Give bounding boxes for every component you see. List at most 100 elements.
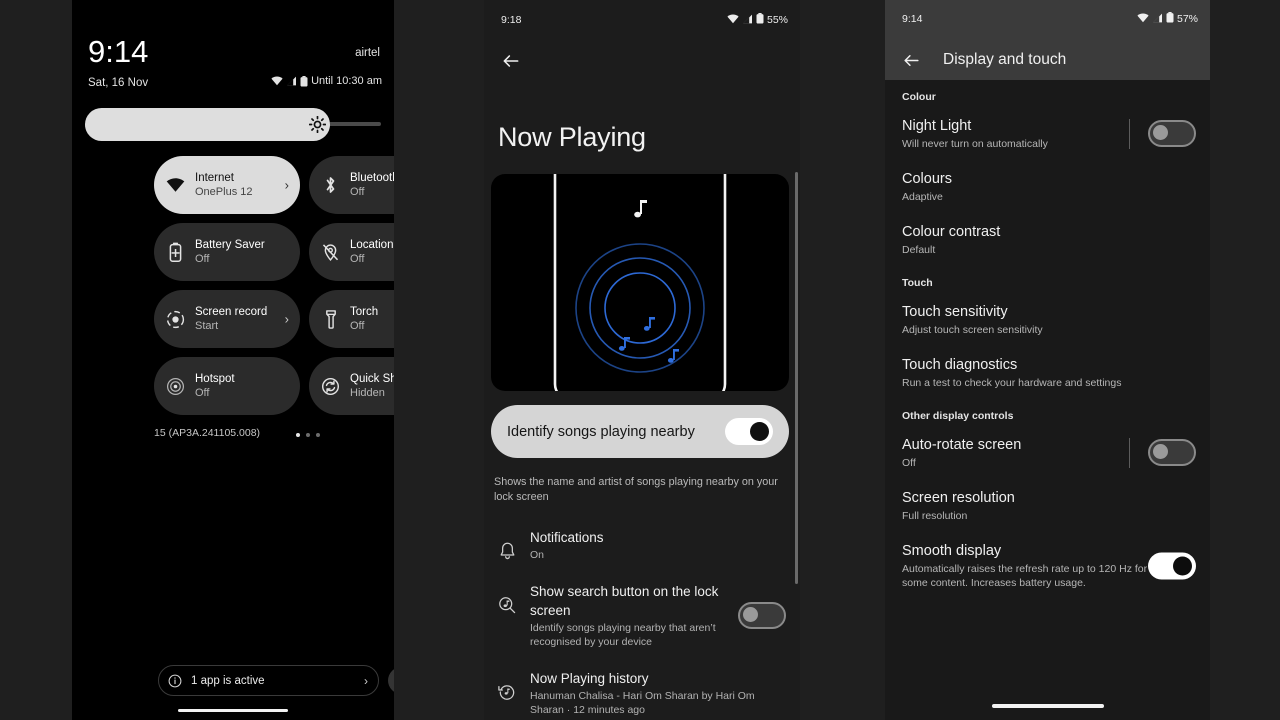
dt-row-title: Screen resolution <box>902 490 1015 506</box>
hotspot-icon <box>165 376 186 397</box>
settings-button[interactable] <box>388 667 394 694</box>
dt-row-screen-resolution[interactable]: Screen resolution Full resolution <box>885 479 1210 532</box>
battery-icon <box>1166 12 1174 26</box>
np-item-title: Notifications <box>530 530 604 545</box>
switch-knob <box>1153 125 1168 140</box>
wifi-icon <box>1137 13 1149 26</box>
dt-row-colour-contrast[interactable]: Colour contrast Default <box>885 213 1210 266</box>
build-number: 15 (AP3A.241105.008) <box>154 427 261 439</box>
dt-row-touch-sensitivity[interactable]: Touch sensitivity Adjust touch screen sen… <box>885 293 1210 346</box>
active-apps-label: 1 app is active <box>191 674 265 687</box>
qs-tile-title: Battery Saver <box>195 239 265 251</box>
active-apps-button[interactable]: 1 app is active › <box>158 665 379 696</box>
quick-settings-panel: 9:14 Sat, 16 Nov airtel Until 10:30 am I… <box>72 0 394 720</box>
switch-knob <box>743 607 758 622</box>
torch-icon <box>320 309 341 330</box>
identify-songs-label: Identify songs playing nearby <box>507 423 695 440</box>
page-title: Display and touch <box>943 51 1067 68</box>
page-dot <box>316 433 320 437</box>
dt-row-switch[interactable] <box>1148 439 1196 466</box>
bluetooth-icon <box>320 175 341 196</box>
switch-knob <box>750 422 769 441</box>
np-time: 9:18 <box>501 14 522 26</box>
qs-footer: 15 (AP3A.241105.008) <box>154 424 394 444</box>
qs-tile-subtitle: Off <box>350 186 365 198</box>
np-item-title: Show search button on the lock screen <box>530 584 719 618</box>
dt-section-heading: Colour <box>902 91 936 103</box>
np-list-item[interactable]: Show search button on the lock screen Ide… <box>484 572 800 659</box>
np-item-subtitle: Identify songs playing nearby that aren’… <box>530 622 716 648</box>
qs-tile-title: Internet <box>195 172 234 184</box>
dt-row-smooth-display[interactable]: Smooth display Automatically raises the r… <box>885 532 1210 599</box>
qs-tile-bluetooth[interactable]: BluetoothOff› <box>309 156 394 214</box>
qs-status-icons: Until 10:30 am <box>271 75 382 87</box>
qs-tile-title: Hotspot <box>195 373 235 385</box>
lock-screen-search-switch[interactable] <box>738 602 786 629</box>
qs-tile-subtitle: Off <box>195 387 210 399</box>
dt-row-auto-rotate-screen[interactable]: Auto-rotate screen Off <box>885 426 1210 479</box>
chevron-right-icon[interactable]: › <box>285 178 289 193</box>
np-list-item[interactable]: Now Playing history Hanuman Chalisa - Har… <box>484 659 800 720</box>
brightness-icon <box>308 115 327 134</box>
qs-tile-hotspot[interactable]: Hotspot Off <box>154 357 300 415</box>
navigation-bar-handle[interactable] <box>991 704 1104 708</box>
qs-tile-location[interactable]: Location Off <box>309 223 394 281</box>
dt-battery-label: 57% <box>1176 13 1198 25</box>
qs-carrier-label: airtel <box>355 47 380 59</box>
qs-time: 9:14 <box>88 34 149 69</box>
dt-section-heading: Touch <box>902 277 933 289</box>
np-item-subtitle: Hanuman Chalisa - Hari Om Sharan by Hari… <box>530 690 755 716</box>
identify-songs-switch[interactable] <box>725 418 773 445</box>
dt-row-night-light[interactable]: Night Light Will never turn on automatica… <box>885 107 1210 160</box>
qs-tile-torch[interactable]: Torch Off <box>309 290 394 348</box>
back-arrow-icon[interactable] <box>899 48 923 72</box>
divider <box>1129 437 1130 468</box>
qs-tile-title: Quick Share <box>350 373 394 385</box>
battery-saver-icon <box>165 242 186 263</box>
dt-row-title: Colours <box>902 171 952 187</box>
qs-tile-subtitle: Off <box>195 253 210 265</box>
qs-tile-quick-share[interactable]: Quick ShareHidden› <box>309 357 394 415</box>
qs-bottom-bar: 1 app is active › <box>158 665 394 696</box>
np-battery-label: 55% <box>766 14 788 26</box>
qs-tile-subtitle: OnePlus 12 <box>195 186 253 198</box>
switch-knob <box>1173 556 1192 575</box>
scrollbar[interactable] <box>795 172 798 584</box>
brightness-slider[interactable] <box>85 108 381 141</box>
back-arrow-icon[interactable] <box>498 48 524 74</box>
navigation-bar-handle[interactable] <box>178 708 288 712</box>
wifi-icon <box>165 175 186 196</box>
identify-songs-toggle-row[interactable]: Identify songs playing nearby <box>491 405 789 458</box>
bell-icon <box>496 528 518 560</box>
chevron-right-icon[interactable]: › <box>285 312 289 327</box>
location-off-icon <box>320 242 341 263</box>
phone-listening-illustration <box>491 174 789 391</box>
history-music-icon <box>496 669 518 701</box>
dt-row-touch-diagnostics[interactable]: Touch diagnostics Run a test to check you… <box>885 346 1210 399</box>
qs-tile-internet[interactable]: Internet OnePlus 12 › <box>154 156 300 214</box>
search-music-icon <box>496 582 518 614</box>
dt-row-subtitle: Full resolution <box>902 510 968 522</box>
page-dot <box>296 433 300 437</box>
dt-title-row: Display and touch <box>899 48 1066 72</box>
dt-row-subtitle: Automatically raises the refresh rate up… <box>902 563 1148 589</box>
np-list-item[interactable]: Notifications On <box>484 518 800 572</box>
dt-row-switch[interactable] <box>1148 552 1196 579</box>
np-status-icons: 55% <box>727 13 788 27</box>
dt-row-subtitle: Off <box>902 457 916 469</box>
wifi-icon <box>271 76 283 86</box>
identify-songs-description: Shows the name and artist of songs playi… <box>494 476 778 503</box>
np-status-bar: 9:18 55% <box>484 13 800 28</box>
dt-row-switch[interactable] <box>1148 120 1196 147</box>
qs-tile-subtitle: Hidden <box>350 387 385 399</box>
dt-row-title: Touch sensitivity <box>902 304 1008 320</box>
qs-clock-block: 9:14 Sat, 16 Nov <box>88 36 148 89</box>
qs-tile-battery-saver[interactable]: Battery Saver Off <box>154 223 300 281</box>
dt-time: 9:14 <box>902 13 923 25</box>
qs-tile-title: Bluetooth <box>350 172 394 184</box>
dt-top-bar: 9:14 57% Display and touch <box>885 0 1210 80</box>
dt-row-colours[interactable]: Colours Adaptive <box>885 160 1210 213</box>
wifi-icon <box>727 14 739 27</box>
page-dot <box>306 433 310 437</box>
qs-tile-screen-record[interactable]: Screen record Start › <box>154 290 300 348</box>
